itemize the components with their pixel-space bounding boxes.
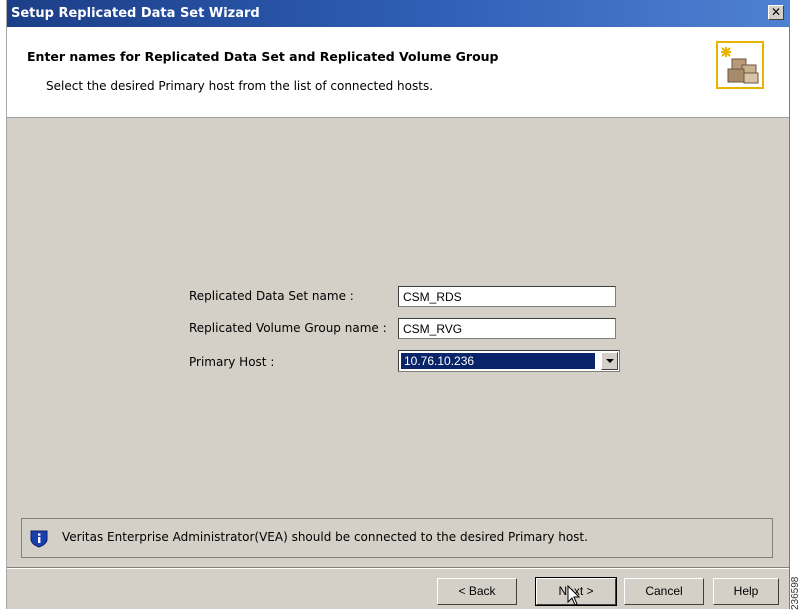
close-button[interactable]: ✕ (768, 5, 784, 20)
info-message: Veritas Enterprise Administrator(VEA) sh… (62, 530, 588, 544)
window-title: Setup Replicated Data Set Wizard (11, 6, 260, 21)
footer-divider (7, 567, 789, 569)
page-subheading: Select the desired Primary host from the… (46, 79, 434, 93)
wizard-package-icon (716, 41, 764, 89)
rvg-name-field[interactable] (398, 318, 616, 339)
title-bar[interactable]: Setup Replicated Data Set Wizard ✕ (7, 0, 789, 27)
rds-name-field[interactable] (398, 286, 616, 307)
mouse-cursor-icon (567, 585, 581, 606)
help-button[interactable]: Help (713, 578, 779, 605)
figure-code: 236598 (790, 576, 801, 610)
info-banner: Veritas Enterprise Administrator(VEA) sh… (21, 518, 773, 558)
wizard-header: Enter names for Replicated Data Set and … (7, 27, 789, 118)
page-heading: Enter names for Replicated Data Set and … (27, 49, 499, 64)
rds-name-label: Replicated Data Set name : (189, 289, 354, 303)
wizard-window: Setup Replicated Data Set Wizard ✕ Enter… (6, 0, 790, 609)
rvg-name-label: Replicated Volume Group name : (189, 321, 387, 335)
primary-host-value: 10.76.10.236 (401, 353, 595, 369)
dropdown-arrow-icon[interactable] (601, 352, 618, 370)
back-button[interactable]: < Back (437, 578, 517, 605)
info-icon (30, 530, 48, 548)
cancel-button[interactable]: Cancel (624, 578, 704, 605)
primary-host-label: Primary Host : (189, 355, 275, 369)
primary-host-select[interactable]: 10.76.10.236 (398, 350, 620, 372)
